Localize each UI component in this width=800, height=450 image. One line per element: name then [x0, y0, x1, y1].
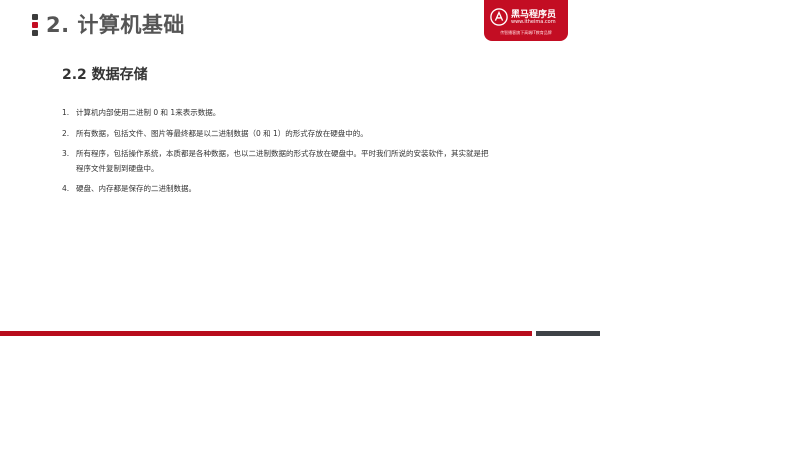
list-item-text: 所有程序，包括操作系统，本质都是各种数据，也以二进制数据的形式存放在硬盘中。平时…: [76, 149, 489, 173]
brand-slogan: 传智播客旗下高端IT教育品牌: [500, 30, 552, 35]
list-item-number: 4.: [62, 184, 70, 193]
list-item-text: 计算机内部使用二进制 0 和 1来表示数据。: [76, 108, 221, 117]
list-item-number: 2.: [62, 128, 70, 138]
slide: 2. 计算机基础 黑马程序员 www.itheima.com 传智播客旗下高端I…: [0, 0, 800, 450]
list-item-number: 3.: [62, 149, 70, 158]
list-item-number: 1.: [62, 108, 70, 117]
list-item: 2. 所有数据，包括文件、图片等最终都是以二进制数据（0 和 1）的形式存放在硬…: [62, 127, 492, 142]
list-item: 4. 硬盘、内存都是保存的二进制数据。: [62, 182, 492, 197]
chapter-title: 2. 计算机基础: [46, 13, 185, 37]
section-title: 2.2 数据存储: [62, 67, 148, 83]
brand-url: www.itheima.com: [511, 19, 556, 25]
list-item-text: 硬盘、内存都是保存的二进制数据。: [76, 184, 196, 193]
brand-logo: 黑马程序员 www.itheima.com 传智播客旗下高端IT教育品牌: [484, 0, 568, 41]
footer-accent-bar: [0, 331, 532, 336]
brand-emblem-icon: [490, 8, 508, 26]
list-item: 1. 计算机内部使用二进制 0 和 1来表示数据。: [62, 106, 492, 121]
footer-dark-bar: [536, 331, 600, 336]
list-item-text: 所有数据，包括文件、图片等最终都是以二进制数据（0 和 1）的形式存放在硬盘中的…: [76, 128, 368, 138]
title-marker-icon: [32, 14, 38, 36]
list-item: 3. 所有程序，包括操作系统，本质都是各种数据，也以二进制数据的形式存放在硬盘中…: [62, 147, 492, 176]
content-list: 1. 计算机内部使用二进制 0 和 1来表示数据。 2. 所有数据，包括文件、图…: [62, 106, 492, 203]
